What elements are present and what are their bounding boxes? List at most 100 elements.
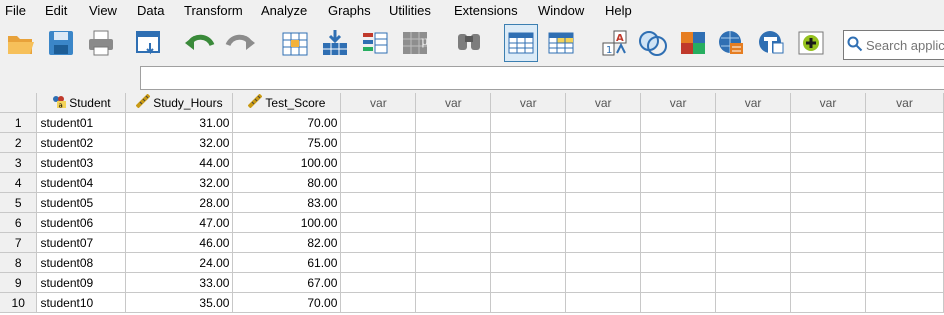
column-header-var[interactable]: var (340, 93, 417, 113)
cell-empty[interactable] (640, 172, 717, 193)
cell-empty[interactable] (790, 212, 866, 233)
cell-test-score[interactable]: 70.00 (232, 292, 342, 313)
menu-transform[interactable]: Transform (184, 3, 243, 18)
cell-empty[interactable] (790, 252, 866, 273)
cell-empty[interactable] (865, 152, 944, 173)
cell-empty[interactable] (340, 192, 417, 213)
cell-empty[interactable] (415, 152, 492, 173)
open-folder-icon[interactable] (4, 24, 38, 62)
cell-empty[interactable] (490, 272, 567, 293)
cell-study-hours[interactable]: 32.00 (125, 172, 234, 193)
cell-empty[interactable] (340, 132, 417, 153)
column-header-study-hours[interactable]: Study_Hours (125, 93, 234, 113)
cell-empty[interactable] (415, 252, 492, 273)
row-number[interactable]: 10 (0, 292, 38, 313)
row-number[interactable]: 3 (0, 152, 38, 173)
data-view-icon[interactable] (504, 24, 538, 62)
cell-empty[interactable] (640, 132, 717, 153)
row-number[interactable]: 4 (0, 172, 38, 193)
spell-icon[interactable] (714, 24, 748, 62)
cell-empty[interactable] (340, 252, 417, 273)
cell-empty[interactable] (865, 272, 944, 293)
menu-extensions[interactable]: Extensions (454, 3, 518, 18)
cell-empty[interactable] (640, 292, 717, 313)
cell-test-score[interactable]: 67.00 (232, 272, 342, 293)
cell-empty[interactable] (490, 292, 567, 313)
column-header-var[interactable]: var (790, 93, 866, 113)
print-icon[interactable] (84, 24, 118, 62)
cell-empty[interactable] (340, 212, 417, 233)
cell-empty[interactable] (565, 172, 642, 193)
cell-student[interactable]: student08 (36, 252, 127, 273)
cell-empty[interactable] (865, 232, 944, 253)
menu-file[interactable]: File (5, 3, 26, 18)
cell-student[interactable]: student05 (36, 192, 127, 213)
cell-empty[interactable] (715, 272, 792, 293)
cell-study-hours[interactable]: 32.00 (125, 132, 234, 153)
cell-study-hours[interactable]: 35.00 (125, 292, 234, 313)
cell-empty[interactable] (640, 152, 717, 173)
cell-empty[interactable] (865, 292, 944, 313)
cell-empty[interactable] (340, 232, 417, 253)
cell-test-score[interactable]: 75.00 (232, 132, 342, 153)
cell-empty[interactable] (415, 132, 492, 153)
cell-empty[interactable] (415, 292, 492, 313)
cell-study-hours[interactable]: 31.00 (125, 112, 234, 133)
cell-empty[interactable] (715, 292, 792, 313)
cell-study-hours[interactable]: 33.00 (125, 272, 234, 293)
cell-student[interactable]: student02 (36, 132, 127, 153)
cell-study-hours[interactable]: 24.00 (125, 252, 234, 273)
row-number[interactable]: 5 (0, 192, 38, 213)
goto-variable-icon[interactable] (318, 24, 352, 62)
color-squares-icon[interactable] (676, 24, 710, 62)
cell-test-score[interactable]: 70.00 (232, 112, 342, 133)
undo-icon[interactable] (183, 24, 217, 62)
cell-empty[interactable] (490, 112, 567, 133)
cell-test-score[interactable]: 61.00 (232, 252, 342, 273)
cell-empty[interactable] (415, 172, 492, 193)
row-number[interactable]: 7 (0, 232, 38, 253)
cell-empty[interactable] (340, 292, 417, 313)
variable-view-icon[interactable] (544, 24, 578, 62)
cell-empty[interactable] (640, 252, 717, 273)
cell-empty[interactable] (565, 272, 642, 293)
row-number[interactable]: 8 (0, 252, 38, 273)
cell-empty[interactable] (490, 132, 567, 153)
recall-dialog-icon[interactable] (132, 24, 166, 62)
cell-study-hours[interactable]: 47.00 (125, 212, 234, 233)
cell-empty[interactable] (340, 272, 417, 293)
cell-empty[interactable] (790, 152, 866, 173)
cell-empty[interactable] (340, 172, 417, 193)
corner-cell[interactable] (0, 93, 38, 113)
column-header-var[interactable]: var (640, 93, 717, 113)
cell-empty[interactable] (565, 292, 642, 313)
cell-empty[interactable] (565, 112, 642, 133)
cell-empty[interactable] (415, 112, 492, 133)
cell-empty[interactable] (490, 232, 567, 253)
cell-empty[interactable] (715, 252, 792, 273)
cell-empty[interactable] (640, 112, 717, 133)
find-icon[interactable] (452, 24, 486, 62)
venn-icon[interactable] (636, 24, 670, 62)
cell-empty[interactable] (490, 192, 567, 213)
cell-empty[interactable] (340, 152, 417, 173)
cell-empty[interactable] (415, 272, 492, 293)
cell-student[interactable]: student10 (36, 292, 127, 313)
cell-empty[interactable] (865, 172, 944, 193)
cell-student[interactable]: student04 (36, 172, 127, 193)
cell-test-score[interactable]: 82.00 (232, 232, 342, 253)
value-labels-icon[interactable]: A1 (598, 24, 632, 62)
column-header-var[interactable]: var (565, 93, 642, 113)
search-input[interactable] (863, 37, 944, 53)
cell-student[interactable]: student01 (36, 112, 127, 133)
cell-student[interactable]: student06 (36, 212, 127, 233)
menu-data[interactable]: Data (137, 3, 164, 18)
cell-empty[interactable] (415, 232, 492, 253)
cell-empty[interactable] (640, 232, 717, 253)
cell-empty[interactable] (490, 252, 567, 273)
cell-empty[interactable] (715, 232, 792, 253)
cell-empty[interactable] (790, 132, 866, 153)
menu-edit[interactable]: Edit (45, 3, 67, 18)
cell-empty[interactable] (865, 112, 944, 133)
menu-help[interactable]: Help (605, 3, 632, 18)
